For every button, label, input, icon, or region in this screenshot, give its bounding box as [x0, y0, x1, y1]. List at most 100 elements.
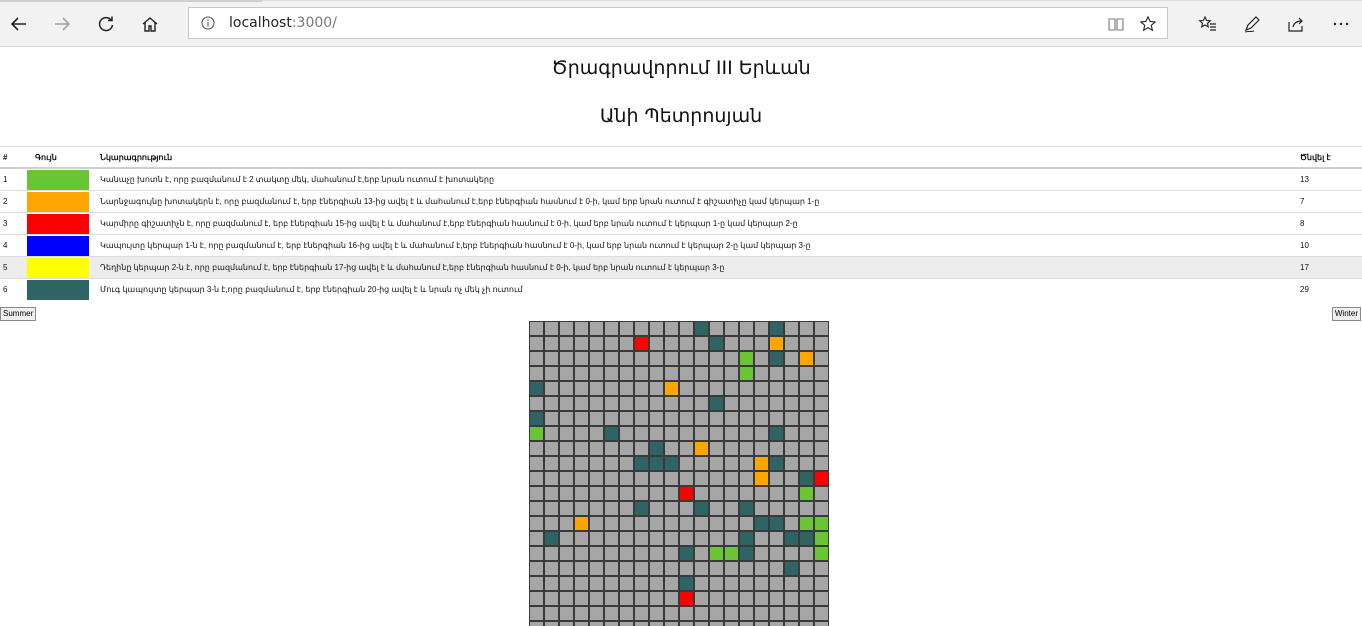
grid-cell [574, 621, 589, 626]
refresh-button[interactable] [90, 8, 122, 40]
grid-cell [754, 471, 769, 486]
grid-cell [604, 606, 619, 621]
grid-cell [634, 411, 649, 426]
grid-cell [694, 426, 709, 441]
row-color [27, 278, 97, 300]
grid-cell [709, 546, 724, 561]
grid-cell [529, 351, 544, 366]
forward-button[interactable] [46, 8, 78, 40]
grid-cell [739, 561, 754, 576]
grid-cell [664, 456, 679, 471]
grid-cell [754, 321, 769, 336]
grid-cell [574, 411, 589, 426]
grid-cell [574, 486, 589, 501]
grid-cell [784, 561, 799, 576]
grid-cell [574, 516, 589, 531]
grid-cell [754, 351, 769, 366]
grid-cell [754, 486, 769, 501]
legend-table: # Գույն Նկարագրություն Ծնվել է 1 Կանաչը խ… [0, 146, 1362, 300]
grid-cell [634, 441, 649, 456]
home-button[interactable] [134, 8, 166, 40]
grid-cell [709, 501, 724, 516]
grid-cell [649, 456, 664, 471]
grid-cell [619, 381, 634, 396]
grid-cell [529, 621, 544, 626]
grid-cell [604, 396, 619, 411]
info-icon[interactable] [201, 16, 215, 30]
grid-cell [649, 486, 664, 501]
grid-cell [559, 516, 574, 531]
reading-view-icon[interactable] [1107, 15, 1125, 33]
grid-cell [724, 456, 739, 471]
grid-cell [529, 336, 544, 351]
winter-button[interactable]: Winter [1331, 307, 1361, 321]
grid-cell [544, 561, 559, 576]
grid-cell [604, 546, 619, 561]
grid-cell [814, 606, 829, 621]
grid-cell [544, 606, 559, 621]
grid-cell [619, 501, 634, 516]
grid-cell [739, 456, 754, 471]
legend-body: 1 Կանաչը խոտն է, որը բազմանում է 2 տակտը … [0, 167, 1362, 300]
color-swatch [27, 257, 89, 278]
row-description: Մուգ կապույտը կերպար 3-ն է,որը բազմանում… [97, 278, 1297, 300]
grid-cell [724, 606, 739, 621]
grid-cell [709, 366, 724, 381]
grid-cell [814, 336, 829, 351]
grid-cell [574, 441, 589, 456]
url-text[interactable]: localhost:3000/ [229, 15, 337, 31]
grid-cell [769, 561, 784, 576]
grid-cell [799, 381, 814, 396]
grid-cell [529, 576, 544, 591]
grid-cell [589, 366, 604, 381]
row-born-count: 7 [1297, 190, 1362, 213]
grid-cell [574, 606, 589, 621]
arrow-left-icon [10, 17, 26, 31]
grid-cell [814, 591, 829, 606]
color-swatch [27, 169, 89, 190]
star-icon[interactable] [1139, 15, 1157, 33]
favorites-button[interactable] [1192, 8, 1224, 40]
grid-cell [739, 621, 754, 626]
grid-cell [754, 621, 769, 626]
grid-cell [574, 471, 589, 486]
grid-cell [664, 426, 679, 441]
grid-cell [769, 336, 784, 351]
row-description: Նարնջագույնը խոտակերն է, որը բազմանում է… [97, 190, 1297, 213]
grid-cell [574, 531, 589, 546]
arrow-right-icon [55, 17, 71, 31]
grid-cell [739, 546, 754, 561]
grid-cell [799, 351, 814, 366]
row-color [27, 167, 97, 191]
grid-cell [589, 486, 604, 501]
grid-cell [709, 621, 724, 626]
grid-cell [799, 591, 814, 606]
grid-cell [814, 471, 829, 486]
grid-cell [649, 396, 664, 411]
grid-cell [649, 576, 664, 591]
share-button[interactable] [1280, 8, 1312, 40]
grid-cell [634, 501, 649, 516]
grid-cell [694, 606, 709, 621]
grid-cell [724, 321, 739, 336]
grid-cell [709, 411, 724, 426]
address-bar[interactable]: localhost:3000/ [188, 7, 1168, 39]
grid-cell [679, 396, 694, 411]
grid-cell [769, 321, 784, 336]
grid-cell [604, 411, 619, 426]
more-button[interactable] [1325, 8, 1357, 40]
summer-button[interactable]: Summer [0, 307, 37, 321]
grid-cell [784, 576, 799, 591]
grid-cell [739, 351, 754, 366]
grid-cell [709, 561, 724, 576]
grid-cell [559, 606, 574, 621]
grid-cell [724, 396, 739, 411]
grid-cell [589, 321, 604, 336]
grid-cell [679, 621, 694, 626]
back-button[interactable] [3, 8, 35, 40]
grid-cell [664, 441, 679, 456]
grid-cell [739, 441, 754, 456]
grid-cell [739, 396, 754, 411]
grid-cell [559, 426, 574, 441]
notes-button[interactable] [1236, 8, 1268, 40]
